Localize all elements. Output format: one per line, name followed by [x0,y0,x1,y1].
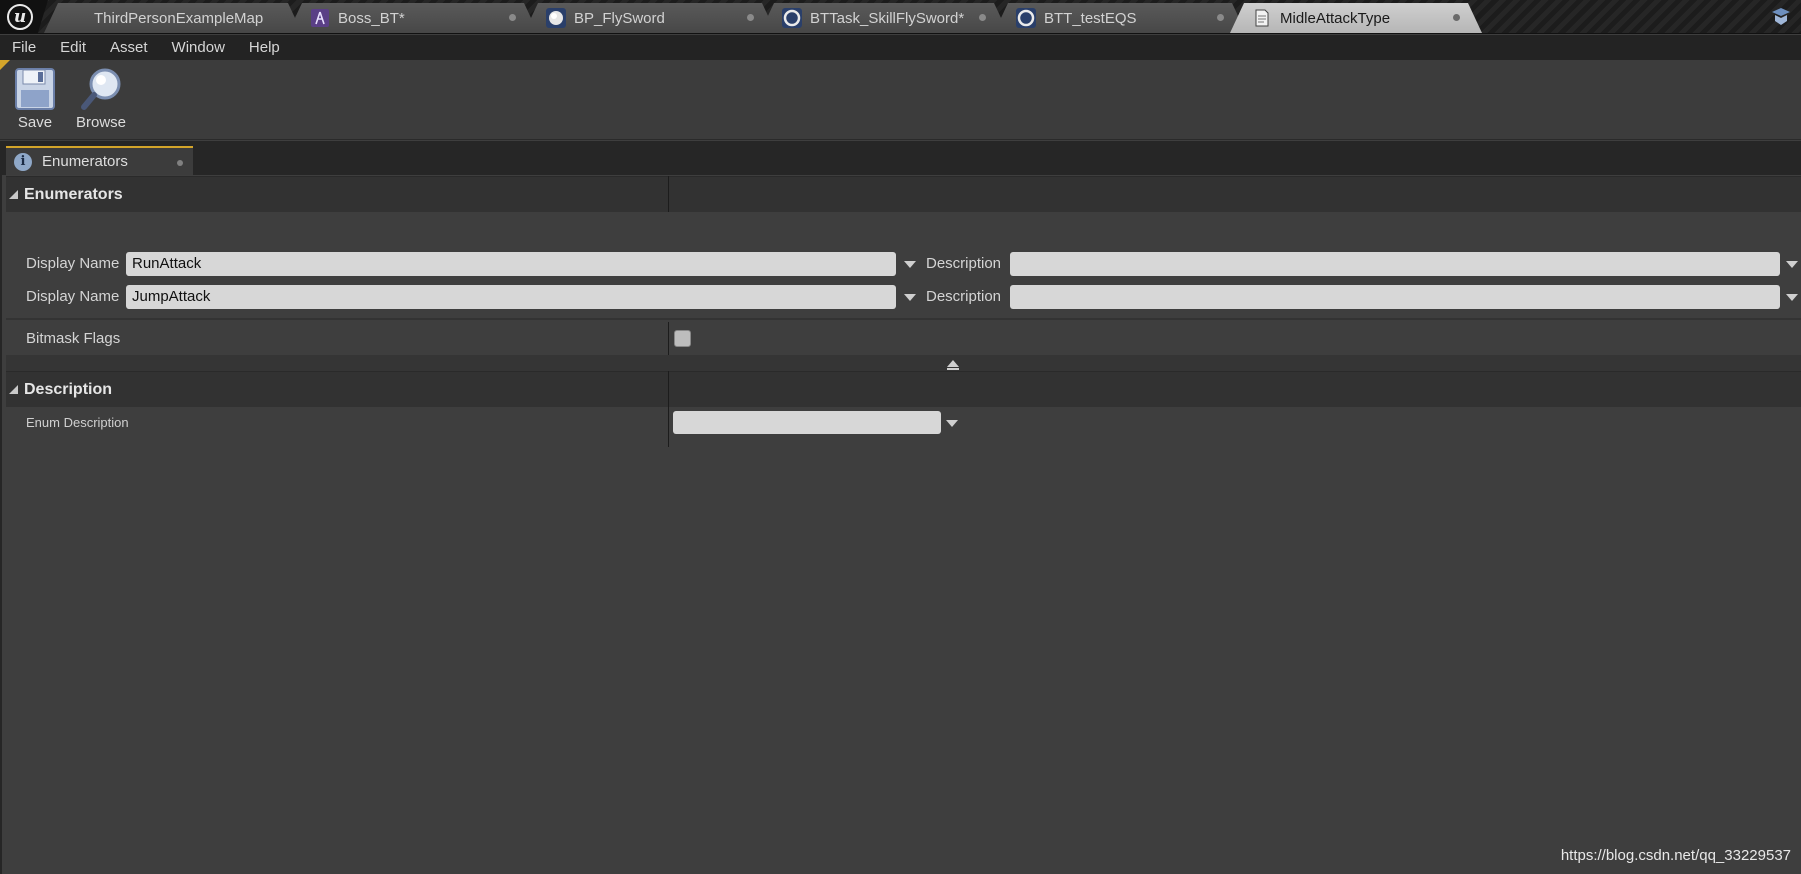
menu-help[interactable]: Help [237,39,292,56]
bt-task-icon [1016,8,1036,28]
panel-tab-label: Enumerators [42,153,128,170]
close-icon[interactable] [177,160,183,166]
info-icon: i [14,152,32,171]
display-name-input[interactable]: JumpAttack [126,285,896,309]
column-splitter[interactable] [668,176,669,212]
enum-document-icon [1252,8,1272,28]
tab-label: BTTask_SkillFlySword* [810,9,965,27]
document-tab-bar: u ThirdPersonExampleMap Boss_BT* BP_FlyS… [0,0,1801,34]
close-icon[interactable] [979,14,986,21]
display-name-label: Display Name [26,288,120,305]
dropdown-arrow-icon[interactable] [1786,294,1798,301]
save-button[interactable]: Save [5,66,65,136]
row-separator [6,318,1801,320]
tab-label: MidleAttackType [1280,9,1391,27]
level-icon [66,8,86,28]
tab-enumerators[interactable]: i Enumerators [6,146,193,175]
tab-boss-bt[interactable]: Boss_BT* [288,3,538,33]
floppy-disk-icon [15,68,55,110]
tab-label: ThirdPersonExampleMap [94,9,264,27]
display-name-label: Display Name [26,255,120,272]
expand-arrow-icon[interactable] [9,190,18,199]
blueprint-sphere-icon [546,8,566,28]
tab-midleattacktype[interactable]: MidleAttackType [1230,3,1482,33]
unreal-badge-icon[interactable] [1769,6,1793,28]
category-description[interactable]: Description [6,371,1801,407]
browse-label: Browse [75,114,127,131]
enum-description-label: Enum Description [26,415,129,430]
unreal-logo-icon[interactable]: u [0,0,48,34]
close-icon[interactable] [1453,14,1460,21]
bitmask-flags-checkbox[interactable] [674,330,691,347]
description-label: Description [926,255,1002,272]
tab-third-person-example-map[interactable]: ThirdPersonExampleMap [44,3,302,33]
dropdown-arrow-icon[interactable] [1786,261,1798,268]
description-input[interactable] [1010,285,1780,309]
dropdown-arrow-icon[interactable] [904,294,916,301]
description-input[interactable] [1010,252,1780,276]
dropdown-arrow-icon[interactable] [946,420,958,427]
magnifier-icon [81,68,121,110]
bt-task-icon [782,8,802,28]
display-name-input[interactable]: RunAttack [126,252,896,276]
category-title: Description [24,380,113,398]
enumerator-row: Display Name JumpAttack Description [26,285,1798,309]
menu-file[interactable]: File [0,39,48,56]
details-panel: Enumerators Display Name RunAttack Descr… [0,175,1801,874]
category-title: Enumerators [24,185,123,203]
tab-bp-flysword[interactable]: BP_FlySword [524,3,776,33]
panel-tab-strip: i Enumerators [0,141,1801,175]
close-icon[interactable] [747,14,754,21]
menu-bar: File Edit Asset Window Help [0,35,1801,60]
bitmask-flags-label: Bitmask Flags [26,330,121,347]
menu-window[interactable]: Window [160,39,237,56]
menu-edit[interactable]: Edit [48,39,98,56]
enum-description-input[interactable] [673,411,941,434]
category-enumerators[interactable]: Enumerators [6,176,1801,212]
expand-arrow-icon[interactable] [9,385,18,394]
collapse-advanced-bar[interactable] [6,355,1801,371]
tab-btt-testeqs[interactable]: BTT_testEQS [994,3,1246,33]
close-icon[interactable] [1217,14,1224,21]
enumerator-row: Display Name RunAttack Description [26,252,1798,276]
collapse-arrow-icon[interactable] [946,359,959,370]
save-label: Save [17,114,53,131]
description-label: Description [926,288,1002,305]
watermark-text: https://blog.csdn.net/qq_33229537 [1560,847,1791,864]
behavior-tree-icon [310,8,330,28]
dropdown-arrow-icon[interactable] [904,261,916,268]
tab-bttask-skillflysword[interactable]: BTTask_SkillFlySword* [760,3,1008,33]
close-icon[interactable] [509,14,516,21]
tab-label: Boss_BT* [338,9,405,27]
tab-label: BTT_testEQS [1044,9,1137,27]
menu-asset[interactable]: Asset [98,39,160,56]
tab-label: BP_FlySword [574,9,665,27]
toolbar: Save Browse [0,60,1801,140]
browse-button[interactable]: Browse [71,66,131,136]
column-splitter[interactable] [668,371,669,447]
